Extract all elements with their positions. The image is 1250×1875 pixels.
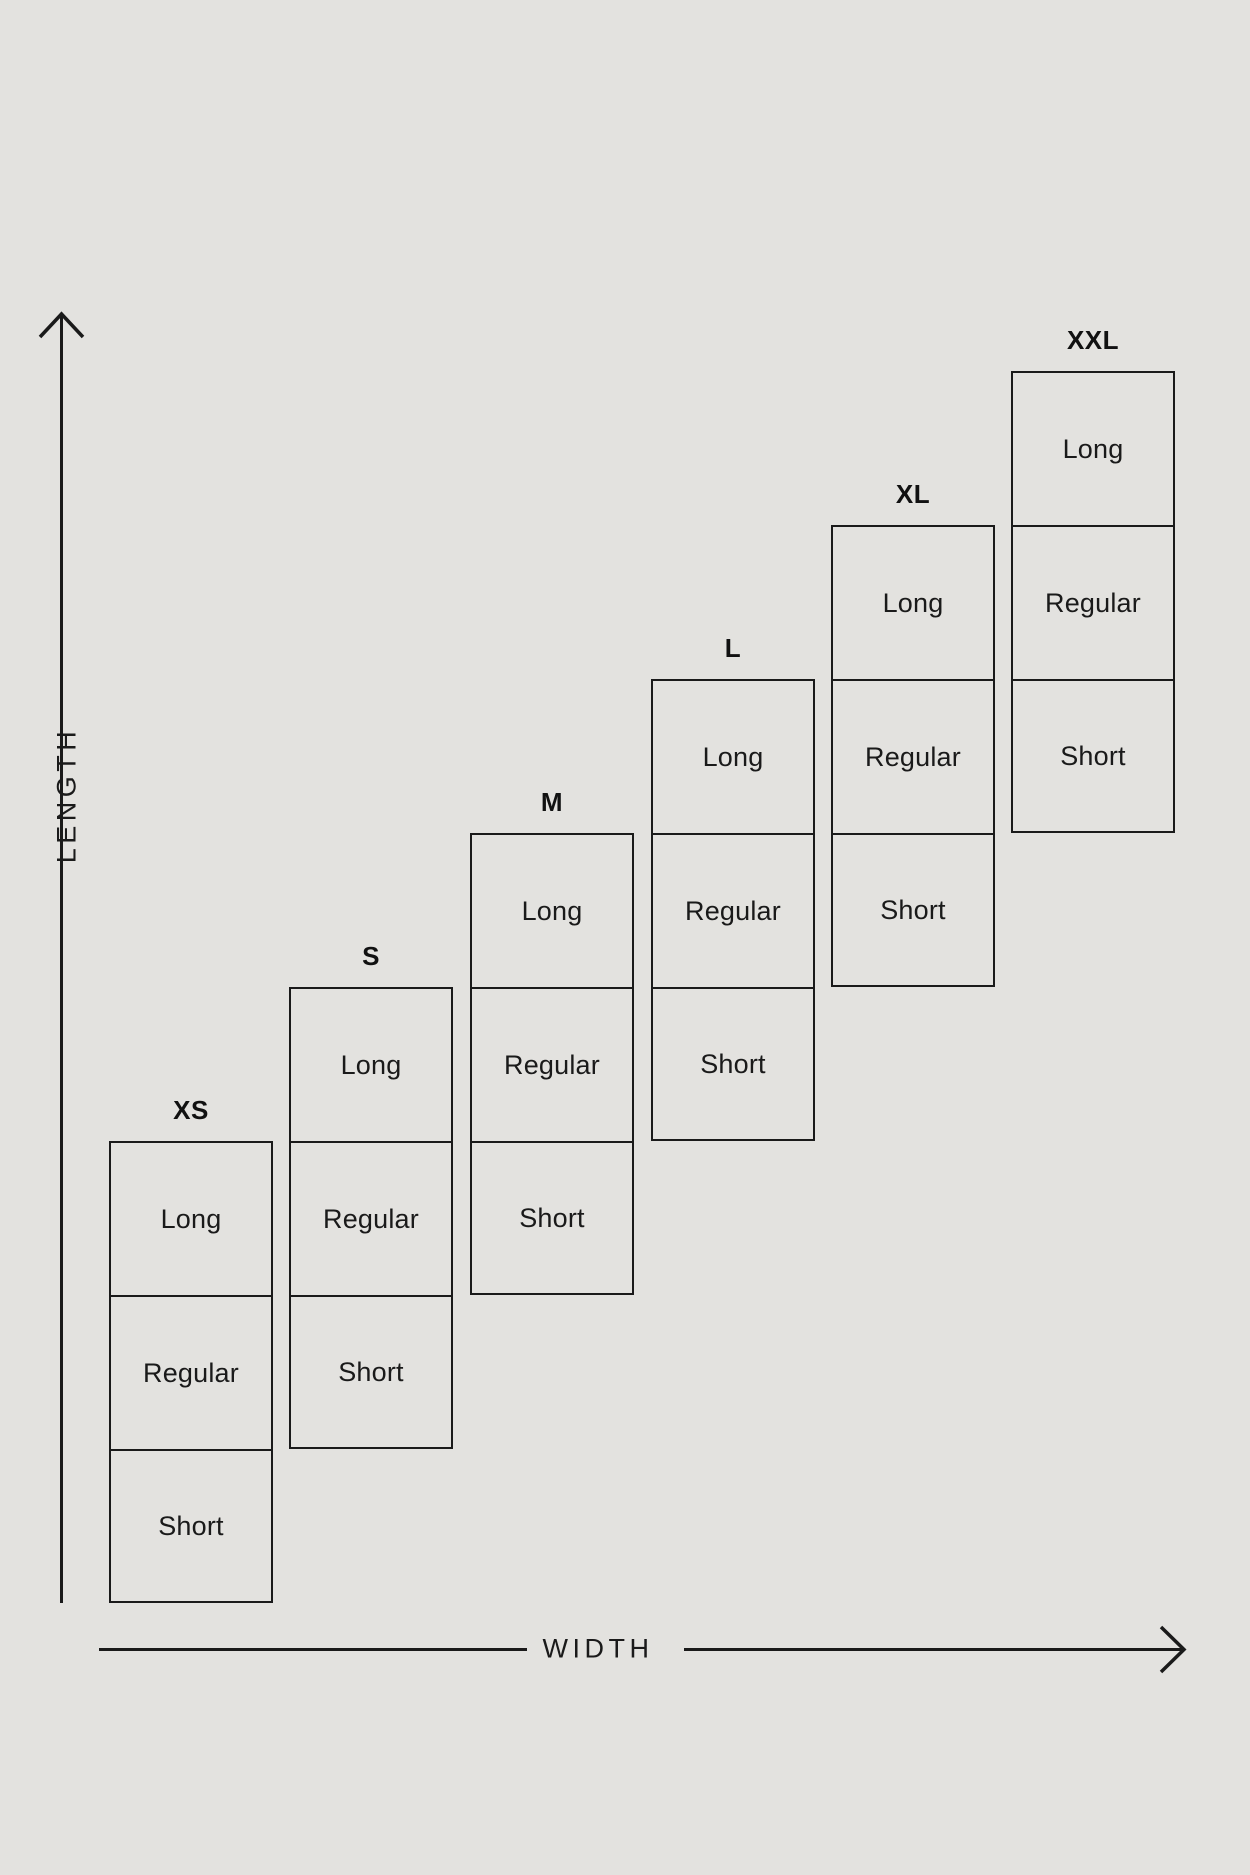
length-axis-arrowhead bbox=[38, 311, 85, 339]
cell-xxl-long[interactable]: Long bbox=[1011, 371, 1175, 525]
cell-xxl-regular[interactable]: Regular bbox=[1011, 525, 1175, 679]
size-label-xs: XS bbox=[173, 1095, 209, 1125]
size-column-xs[interactable]: XS Long Regular Short bbox=[109, 1095, 273, 1603]
size-label-l: L bbox=[724, 633, 742, 663]
cell-l-regular[interactable]: Regular bbox=[651, 833, 815, 987]
size-column-l[interactable]: L Long Regular Short bbox=[651, 633, 815, 1141]
cell-xl-regular[interactable]: Regular bbox=[831, 679, 995, 833]
cell-xs-regular[interactable]: Regular bbox=[109, 1295, 273, 1449]
cell-m-short[interactable]: Short bbox=[470, 1141, 634, 1295]
cell-m-long[interactable]: Long bbox=[470, 833, 634, 987]
cell-xl-short[interactable]: Short bbox=[831, 833, 995, 987]
cell-l-long[interactable]: Long bbox=[651, 679, 815, 833]
cell-xs-long[interactable]: Long bbox=[109, 1141, 273, 1295]
cell-m-regular[interactable]: Regular bbox=[470, 987, 634, 1141]
cell-xs-short[interactable]: Short bbox=[109, 1449, 273, 1603]
cell-s-long[interactable]: Long bbox=[289, 987, 453, 1141]
size-label-s: S bbox=[362, 941, 380, 971]
diagram-canvas: LENGTH WIDTH XS Long Regular Short S Lon… bbox=[0, 0, 1250, 1875]
size-column-xl[interactable]: XL Long Regular Short bbox=[831, 479, 995, 987]
size-column-xxl[interactable]: XXL Long Regular Short bbox=[1011, 325, 1175, 833]
cell-xl-long[interactable]: Long bbox=[831, 525, 995, 679]
width-axis-arrowhead bbox=[1159, 1625, 1187, 1674]
cell-s-regular[interactable]: Regular bbox=[289, 1141, 453, 1295]
size-label-m: M bbox=[540, 787, 564, 817]
cell-xxl-short[interactable]: Short bbox=[1011, 679, 1175, 833]
size-column-s[interactable]: S Long Regular Short bbox=[289, 941, 453, 1449]
size-label-xl: XL bbox=[895, 479, 931, 509]
length-axis-label: LENGTH bbox=[51, 726, 82, 864]
size-column-m[interactable]: M Long Regular Short bbox=[470, 787, 634, 1295]
size-label-xxl: XXL bbox=[1066, 325, 1120, 355]
cell-l-short[interactable]: Short bbox=[651, 987, 815, 1141]
cell-s-short[interactable]: Short bbox=[289, 1295, 453, 1449]
width-axis-label: WIDTH bbox=[542, 1633, 654, 1664]
